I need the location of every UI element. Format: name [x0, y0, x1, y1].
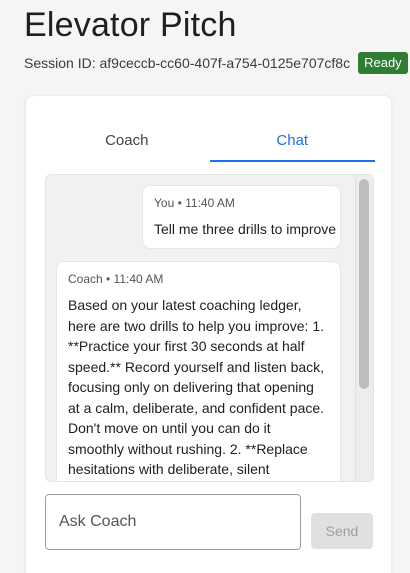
- session-id: Session ID: af9ceccb-cc60-407f-a754-0125…: [24, 55, 351, 71]
- message-meta: Coach • 11:40 AM: [68, 272, 164, 286]
- tab-chat[interactable]: Chat: [209, 120, 376, 162]
- status-badge: Ready: [358, 52, 408, 74]
- page-title: Elevator Pitch: [24, 6, 237, 44]
- coach-message: Coach • 11:40 AM Based on your latest co…: [56, 261, 341, 481]
- scrollbar-thumb[interactable]: [359, 179, 369, 389]
- tab-bar: Coach Chat: [44, 120, 376, 162]
- ask-coach-field[interactable]: [45, 494, 301, 550]
- message-meta: You • 11:40 AM: [154, 196, 235, 210]
- message-text: Based on your latest coaching ledger, he…: [68, 297, 325, 477]
- coach-card: Coach Chat You • 11:40 AM Tell me three …: [25, 95, 392, 573]
- send-button[interactable]: Send: [311, 513, 373, 549]
- ask-coach-input[interactable]: [59, 513, 287, 531]
- tab-coach[interactable]: Coach: [44, 120, 210, 160]
- message-text: Tell me three drills to improve: [154, 221, 337, 237]
- chat-history[interactable]: You • 11:40 AM Tell me three drills to i…: [45, 174, 374, 482]
- session-row: Session ID: af9ceccb-cc60-407f-a754-0125…: [24, 52, 408, 74]
- chat-scrollbar[interactable]: [355, 175, 373, 481]
- user-message: You • 11:40 AM Tell me three drills to i…: [142, 185, 341, 249]
